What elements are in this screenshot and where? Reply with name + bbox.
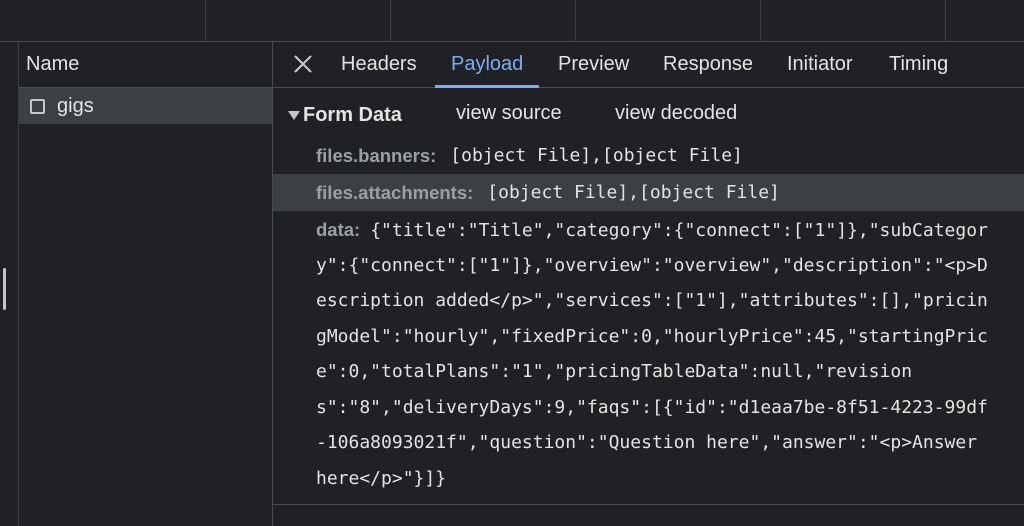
form-field-row: files.attachments: [object File],[object… [273, 174, 1024, 211]
form-data-title: Form Data [303, 103, 402, 126]
field-value: [object File],[object File] [450, 145, 743, 166]
field-value: [object File],[object File] [487, 182, 780, 203]
data-line: s":"8","deliveryDays":9,"faqs":[{"id":"d… [316, 396, 988, 418]
form-field-row: files.banners: [object File],[object Fil… [273, 137, 1024, 174]
timeline-gridline [760, 0, 761, 41]
request-name: gigs [57, 94, 94, 117]
field-key: data: [316, 219, 361, 240]
timeline-gridline [945, 0, 946, 41]
tab-initiator[interactable]: Initiator [771, 42, 869, 87]
data-field: data: {"title":"Title","category":{"conne… [316, 217, 1016, 501]
data-line: y":{"connect":["1"]},"overview":"overvie… [316, 254, 988, 276]
divider [273, 504, 1024, 505]
request-list-panel: Name gigs [19, 42, 273, 526]
data-line: gModel":"hourly","fixedPrice":0,"hourlyP… [316, 325, 988, 347]
field-key: files.banners: [316, 144, 437, 166]
left-edge-strip [0, 42, 19, 526]
data-line: -106a8093021f","question":"Question here… [316, 432, 978, 453]
name-column-label: Name [26, 53, 80, 75]
data-line: escription added</p>","services":["1"],"… [316, 290, 988, 311]
name-column-header[interactable]: Name [19, 42, 272, 88]
detail-tab-bar: Headers Payload Preview Response Initiat… [273, 42, 1024, 88]
request-checkbox[interactable] [30, 98, 45, 114]
timeline-gridline [575, 0, 576, 41]
tab-payload[interactable]: Payload [435, 42, 540, 88]
data-line: here</p>"}]} [316, 467, 447, 489]
collapse-triangle-icon [288, 110, 300, 120]
tab-timing[interactable]: Timing [873, 42, 964, 87]
request-detail-panel: Headers Payload Preview Response Initiat… [273, 42, 1024, 526]
data-line: e":0,"totalPlans":"1","pricingTableData"… [316, 361, 913, 382]
data-line: data: {"title":"Title","category":{"conne… [316, 219, 988, 241]
request-row-gigs[interactable]: gigs [19, 88, 272, 124]
tab-preview[interactable]: Preview [542, 42, 645, 87]
tab-headers[interactable]: Headers [325, 42, 433, 87]
close-icon[interactable] [291, 52, 315, 76]
view-decoded-button[interactable]: view decoded [615, 102, 737, 125]
form-data-toggle[interactable]: Form Data [288, 102, 402, 128]
timeline-gridline [205, 0, 206, 41]
view-source-button[interactable]: view source [456, 102, 562, 125]
tab-response[interactable]: Response [647, 42, 769, 87]
field-key: files.attachments: [316, 181, 474, 203]
timeline-gridline [390, 0, 391, 41]
waterfall-timeline [0, 0, 1024, 42]
resize-handle[interactable] [3, 268, 6, 310]
